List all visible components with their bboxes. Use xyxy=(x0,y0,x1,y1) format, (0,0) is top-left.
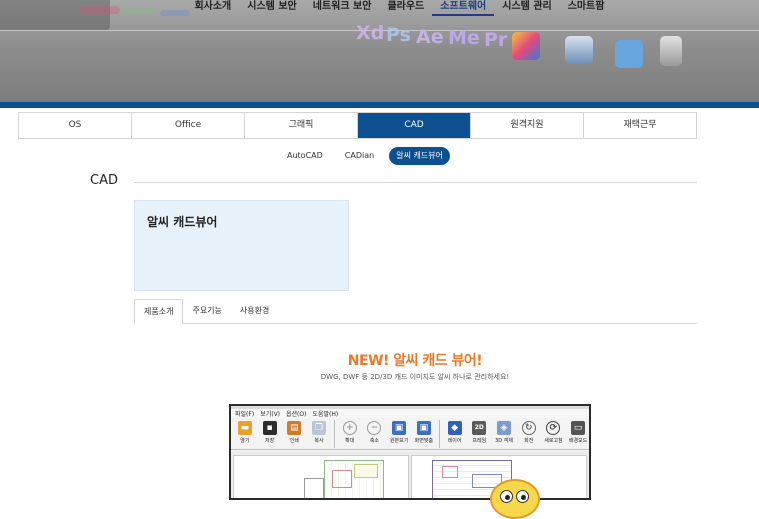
nav-system-management[interactable]: 시스템 관리 xyxy=(494,0,559,16)
product-info-box: 알씨 캐드뷰어 xyxy=(134,200,349,291)
toolbar-button[interactable]: ◆ 레이어 xyxy=(444,418,466,449)
toolbar-button[interactable]: ⟳ 새로고침 xyxy=(543,418,565,449)
section-divider xyxy=(134,182,697,183)
nav-smart-farm[interactable]: 스마트팜 xyxy=(560,0,613,16)
toolbar-button[interactable]: ◈ 3D 객체 xyxy=(493,418,515,449)
toolbar-button[interactable]: ↻ 회전 xyxy=(518,418,540,449)
print-icon: ▤ xyxy=(287,421,302,435)
tab-requirements[interactable]: 사용환경 xyxy=(231,299,278,324)
xd-icon: Xd xyxy=(356,22,385,44)
tab-remote-work[interactable]: 재택근무 xyxy=(584,113,696,138)
toolbar-button-label: 화면맞춤 xyxy=(414,438,434,444)
tab-cad[interactable]: CAD xyxy=(358,113,471,138)
promo-subtitle: DWG, DWF 등 2D/3D 캐드 이미지도 알씨 하나로 관리하세요! xyxy=(320,373,510,381)
toolbar-button-label: 열기 xyxy=(240,438,250,444)
ps-icon: Ps xyxy=(386,24,411,46)
toolbar-button[interactable]: ▣ 원본보기 xyxy=(388,418,410,449)
nav-company[interactable]: 회사소개 xyxy=(186,0,239,16)
zoom-out-icon: − xyxy=(367,421,382,435)
nav-system-security[interactable]: 시스템 보안 xyxy=(239,0,304,16)
toolbar-button[interactable]: ❐ 복사 xyxy=(308,418,330,449)
detail-tabs: 제품소개 주요기능 사용환경 xyxy=(134,299,697,324)
folder-icon: ▬ xyxy=(237,421,252,435)
toolbar-button-label: 축소 xyxy=(369,438,380,444)
original-view-icon: ▣ xyxy=(392,421,407,435)
toolbar-button-label: 프레임 xyxy=(472,438,487,444)
refresh-icon: ⟳ xyxy=(546,421,561,435)
mascot-icon xyxy=(490,479,540,519)
tab-office[interactable]: Office xyxy=(132,113,245,138)
app-icons-strip: Xd Ps Ae Me Pr xyxy=(300,22,740,70)
toolbar-button-label: 저장 xyxy=(264,438,275,444)
cad-viewer-screenshot: 파일(F) 보기(V) 옵션(O) 도움말(H) ▬ 열기 ▪ 저장 ▤ 인쇄 ❐ 복사 + 확대… xyxy=(229,404,591,500)
toolbar-button[interactable]: ▣ 화면맞춤 xyxy=(413,418,435,449)
toolbar-separator xyxy=(333,420,335,448)
tab-product-intro[interactable]: 제품소개 xyxy=(134,299,184,324)
toolbar-button[interactable]: ▪ 저장 xyxy=(259,418,281,449)
fit-screen-icon: ▣ xyxy=(416,421,431,435)
viewer-toolbar: ▬ 열기 ▪ 저장 ▤ 인쇄 ❐ 복사 + 확대 − 축소 ▣ 원본보기 ▣ 화면맞춤 ◆ 레이어 2D 프레임 ◈ 3D… xyxy=(231,418,589,450)
toolbar-separator xyxy=(438,420,440,448)
preview-icon xyxy=(565,36,593,64)
floor-plan-page-left xyxy=(233,455,409,498)
toolbar-button-label: 레이어 xyxy=(447,438,462,444)
toolbar-button-label: 새로고침 xyxy=(544,438,563,444)
folder-app-icon xyxy=(615,40,643,68)
toolbar-button[interactable]: 2D 프레임 xyxy=(468,418,490,449)
trash-icon xyxy=(660,36,682,66)
frame-2d-icon: 2D xyxy=(472,421,487,435)
nav-software[interactable]: 소프트웨어 xyxy=(432,0,495,16)
hero-banner: Xd Ps Ae Me Pr 회사소개 시스템 보안 네트워크 보안 클라우드 … xyxy=(0,0,759,108)
sub-tab-cadian[interactable]: CADian xyxy=(338,147,381,165)
tab-graphics[interactable]: 그래픽 xyxy=(245,113,358,138)
toolbar-button[interactable]: ▬ 열기 xyxy=(234,418,256,449)
section-title: CAD xyxy=(90,173,118,188)
toolbar-button[interactable]: + 확대 xyxy=(339,418,361,449)
tab-remote-support[interactable]: 원격지원 xyxy=(471,113,584,138)
category-tabs: OS Office 그래픽 CAD 원격지원 재택근무 xyxy=(18,112,697,139)
toolbar-button-label: 원본보기 xyxy=(389,438,409,444)
toolbar-button-label: 배경모드 xyxy=(568,438,588,444)
zoom-in-icon: + xyxy=(342,421,357,435)
toolbar-button-label: 인쇄 xyxy=(289,438,299,444)
hero-divider xyxy=(0,102,759,108)
tab-os[interactable]: OS xyxy=(19,113,132,138)
copy-icon: ❐ xyxy=(312,421,327,435)
toolbar-button-label: 확대 xyxy=(345,438,355,444)
nav-cloud[interactable]: 클라우드 xyxy=(379,0,432,16)
toolbar-button-label: 회전 xyxy=(524,438,534,444)
sub-tabs: AutoCAD CADian 알씨 캐드뷰어 xyxy=(280,147,450,165)
ae-icon: Ae xyxy=(416,26,444,48)
toolbar-button[interactable]: ▭ 배경모드 xyxy=(567,418,589,449)
background-mode-icon: ▭ xyxy=(571,421,586,435)
pr-icon: Pr xyxy=(484,29,508,51)
promo-headline: NEW! 알씨 캐드 뷰어! xyxy=(347,353,483,369)
top-navigation: 회사소개 시스템 보안 네트워크 보안 클라우드 소프트웨어 시스템 관리 스마… xyxy=(0,0,759,24)
tab-key-features[interactable]: 주요기능 xyxy=(183,299,230,324)
toolbar-button-label: 복사 xyxy=(314,438,324,444)
me-icon: Me xyxy=(448,27,480,49)
3d-object-icon: ◈ xyxy=(497,421,512,435)
layer-icon: ◆ xyxy=(447,421,462,435)
toolbar-button[interactable]: − 축소 xyxy=(364,418,386,449)
toolbar-button[interactable]: ▤ 인쇄 xyxy=(283,418,305,449)
nav-network-security[interactable]: 네트워크 보안 xyxy=(305,0,380,16)
save-icon: ▪ xyxy=(262,421,277,435)
rotate-icon: ↻ xyxy=(521,421,536,435)
final-cut-icon xyxy=(512,32,540,60)
product-name: 알씨 캐드뷰어 xyxy=(147,215,218,229)
toolbar-button-label: 3D 객체 xyxy=(495,438,513,444)
sub-tab-autocad[interactable]: AutoCAD xyxy=(280,147,330,165)
sub-tab-alsee-cad-viewer[interactable]: 알씨 캐드뷰어 xyxy=(389,147,450,165)
